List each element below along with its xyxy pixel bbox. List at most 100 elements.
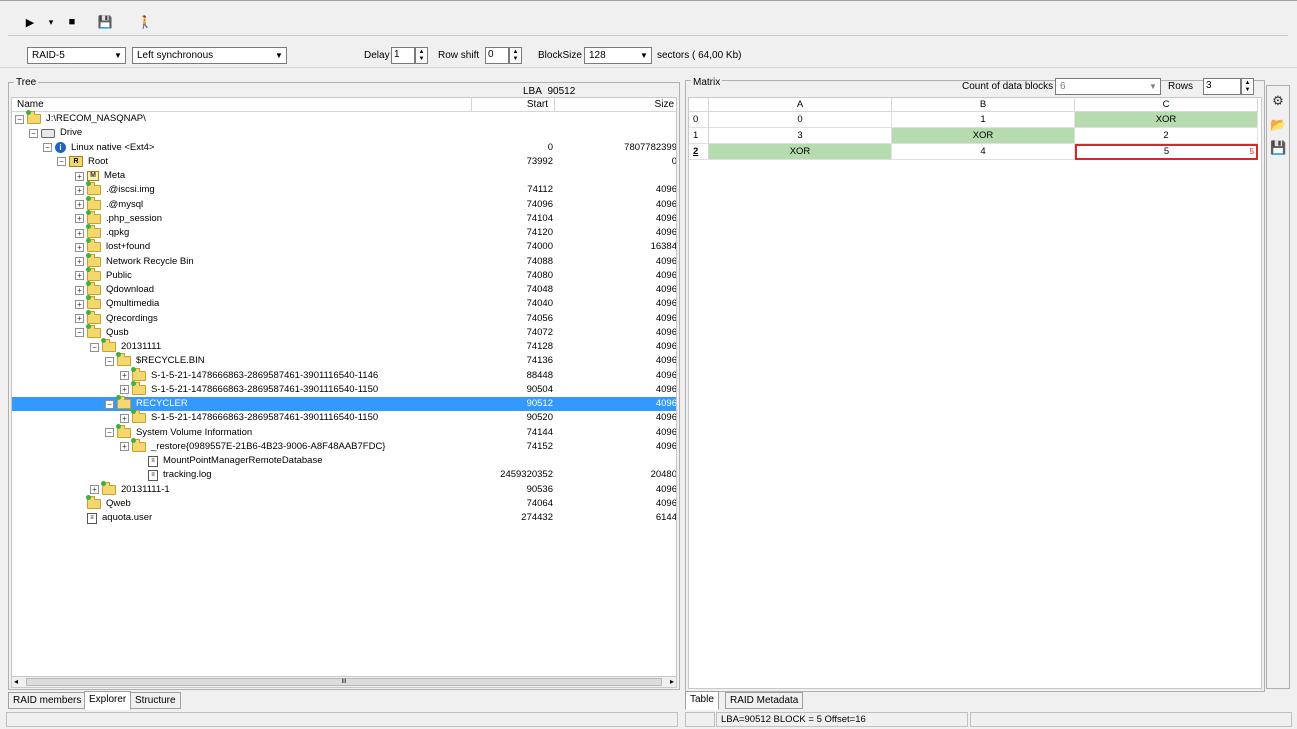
matrix-cell[interactable]: 4 — [892, 144, 1075, 160]
expand-icon[interactable]: + — [75, 214, 84, 224]
rows-stepper[interactable]: ▲ ▼ — [1241, 78, 1254, 95]
exit-icon[interactable]: 🚶 — [136, 13, 154, 31]
expand-icon[interactable]: + — [120, 371, 129, 380]
tree-row[interactable]: − i Linux native <Ext4> 0 7807782399 — [12, 141, 676, 155]
column-header-start[interactable]: Start — [527, 99, 548, 111]
matrix-cell-parity[interactable]: XOR — [892, 128, 1075, 144]
tree-row[interactable]: + .qpkg 74120 4096 — [12, 224, 676, 240]
tree-row[interactable]: − Drive — [12, 126, 676, 140]
save-icon[interactable]: 💾 — [1270, 141, 1286, 155]
settings-icon[interactable]: ⚙ — [1270, 94, 1286, 108]
column-header-a[interactable]: A — [709, 98, 892, 112]
tree-row[interactable]: + .@mysql 74096 4096 — [12, 195, 676, 212]
tree-row[interactable]: − System Volume Information 74144 4096 — [12, 423, 676, 440]
tree-row[interactable]: ≡ aquota.user 274432 6144 — [12, 511, 676, 525]
tab-raid-members[interactable]: RAID members — [8, 692, 87, 709]
collapse-icon[interactable]: − — [105, 399, 114, 409]
play-icon[interactable]: ▶ — [24, 13, 36, 31]
column-header-b[interactable]: B — [892, 98, 1075, 112]
tree-row-selected[interactable]: − RECYCLER 90512 4096 — [12, 395, 676, 411]
expand-icon[interactable]: + — [75, 242, 84, 252]
column-header-name[interactable]: Name — [17, 99, 44, 111]
expand-icon[interactable]: + — [90, 485, 99, 494]
tree-horizontal-scrollbar[interactable]: ◂ III ▸ — [11, 676, 677, 688]
raid-type-select[interactable]: RAID-5 ▼ — [27, 47, 126, 64]
tree-row[interactable]: + .@iscsi.img 74112 4096 — [12, 181, 676, 197]
matrix-cell-selected[interactable]: 5 5 — [1075, 144, 1258, 160]
scroll-left-icon[interactable]: ◂ — [14, 677, 18, 687]
scroll-right-icon[interactable]: ▸ — [670, 677, 674, 687]
expand-icon[interactable]: + — [120, 442, 129, 452]
tree-row[interactable]: Qweb 74064 4096 — [12, 494, 676, 511]
expand-icon[interactable]: + — [75, 314, 84, 323]
collapse-icon[interactable]: − — [105, 356, 114, 366]
expand-icon[interactable]: + — [75, 228, 84, 238]
tree-row[interactable]: + .php_session 74104 4096 — [12, 209, 676, 226]
delay-input[interactable]: 1 — [391, 47, 415, 64]
count-data-blocks-select[interactable]: 6 ▼ — [1055, 78, 1161, 95]
tree-row[interactable]: − J:\RECOM_NASQNAP\ — [12, 110, 676, 126]
column-divider[interactable] — [471, 98, 472, 112]
collapse-icon[interactable]: − — [15, 114, 24, 124]
expand-icon[interactable]: + — [120, 413, 129, 423]
expand-icon[interactable]: + — [75, 200, 84, 209]
tree-row[interactable]: − 20131111 74128 4096 — [12, 338, 676, 354]
scroll-thumb[interactable]: III — [26, 678, 662, 686]
tree-row[interactable]: + S-1-5-21-1478666863-2869587461-39011165… — [12, 366, 676, 383]
tab-raid-metadata[interactable]: RAID Metadata — [725, 692, 804, 709]
tree-row[interactable]: + Qdownload 74048 4096 — [12, 281, 676, 297]
tree-row[interactable]: + lost+found 74000 16384 — [12, 238, 676, 254]
expand-icon[interactable]: + — [75, 299, 84, 309]
tree-row[interactable]: + _restore{0989557E-21B6-4B23-9006-A8F48A… — [12, 437, 676, 454]
column-header-size[interactable]: Size — [655, 99, 674, 111]
tree-row[interactable]: ≡ MountPointManagerRemoteDatabase — [12, 454, 676, 468]
tree-row[interactable]: + Qrecordings 74056 4096 — [12, 309, 676, 326]
expand-icon[interactable]: + — [75, 271, 84, 281]
expand-icon[interactable]: + — [75, 257, 84, 266]
raid-matrix-grid[interactable]: A B C 0 0 1 XOR 1 3 XOR 2 2 XOR 4 5 5 — [688, 97, 1262, 689]
explorer-tree[interactable]: Name Start Size − J:\RECOM_NASQNAP\ − Drive… — [11, 97, 677, 677]
row-shift-input[interactable]: 0 — [485, 47, 509, 64]
column-header-c[interactable]: C — [1075, 98, 1258, 112]
tab-explorer[interactable]: Explorer — [84, 691, 132, 710]
tree-row[interactable]: +20131111-1 90536 4096 — [12, 480, 676, 497]
save-icon[interactable]: 💾 — [97, 13, 113, 31]
tree-row[interactable]: − Qusb 74072 4096 — [12, 323, 676, 340]
tree-row[interactable]: − $RECYCLE.BIN 74136 4096 — [12, 352, 676, 368]
tree-row[interactable]: + Qmultimedia 74040 4096 — [12, 295, 676, 311]
tree-row[interactable]: + Public 74080 4096 — [12, 266, 676, 283]
row-shift-stepper[interactable]: ▲ ▼ — [509, 47, 522, 64]
tree-row[interactable]: − R Root 73992 0 — [12, 155, 676, 169]
expand-icon[interactable]: + — [75, 171, 84, 181]
collapse-icon[interactable]: − — [43, 143, 52, 152]
tree-row[interactable]: ≡ tracking.log 2459320352 20480 — [12, 468, 676, 482]
play-options-chevron-down-icon[interactable]: ▾ — [46, 13, 56, 31]
tree-row[interactable]: + M Meta — [12, 169, 676, 183]
column-divider[interactable] — [554, 98, 555, 112]
collapse-icon[interactable]: − — [90, 342, 99, 352]
expand-icon[interactable]: + — [75, 185, 84, 195]
tab-structure[interactable]: Structure — [130, 692, 181, 709]
block-size-select[interactable]: 128 ▼ — [584, 47, 652, 64]
matrix-cell-parity[interactable]: XOR — [709, 144, 892, 160]
collapse-icon[interactable]: − — [29, 128, 38, 138]
tree-row[interactable]: + S-1-5-21-1478666863-2869587461-39011165… — [12, 380, 676, 397]
collapse-icon[interactable]: − — [105, 428, 114, 437]
matrix-cell[interactable]: 3 — [709, 128, 892, 144]
matrix-cell[interactable]: 1 — [892, 112, 1075, 128]
tree-row[interactable]: + Network Recycle Bin 74088 4096 — [12, 252, 676, 269]
layout-select[interactable]: Left synchronous ▼ — [132, 47, 287, 64]
open-icon[interactable]: 📂 — [1270, 118, 1286, 132]
matrix-cell[interactable]: 0 — [709, 112, 892, 128]
rows-input[interactable]: 3 — [1203, 78, 1241, 95]
tab-table[interactable]: Table — [685, 691, 719, 710]
collapse-icon[interactable]: − — [75, 328, 84, 338]
stop-icon[interactable]: ■ — [66, 13, 78, 31]
matrix-cell-parity[interactable]: XOR — [1075, 112, 1258, 128]
expand-icon[interactable]: + — [120, 385, 129, 395]
expand-icon[interactable]: + — [75, 285, 84, 295]
tree-row[interactable]: + S-1-5-21-1478666863-2869587461-39011165… — [12, 409, 676, 425]
delay-stepper[interactable]: ▲ ▼ — [415, 47, 428, 64]
collapse-icon[interactable]: − — [57, 157, 66, 167]
matrix-cell[interactable]: 2 — [1075, 128, 1258, 144]
